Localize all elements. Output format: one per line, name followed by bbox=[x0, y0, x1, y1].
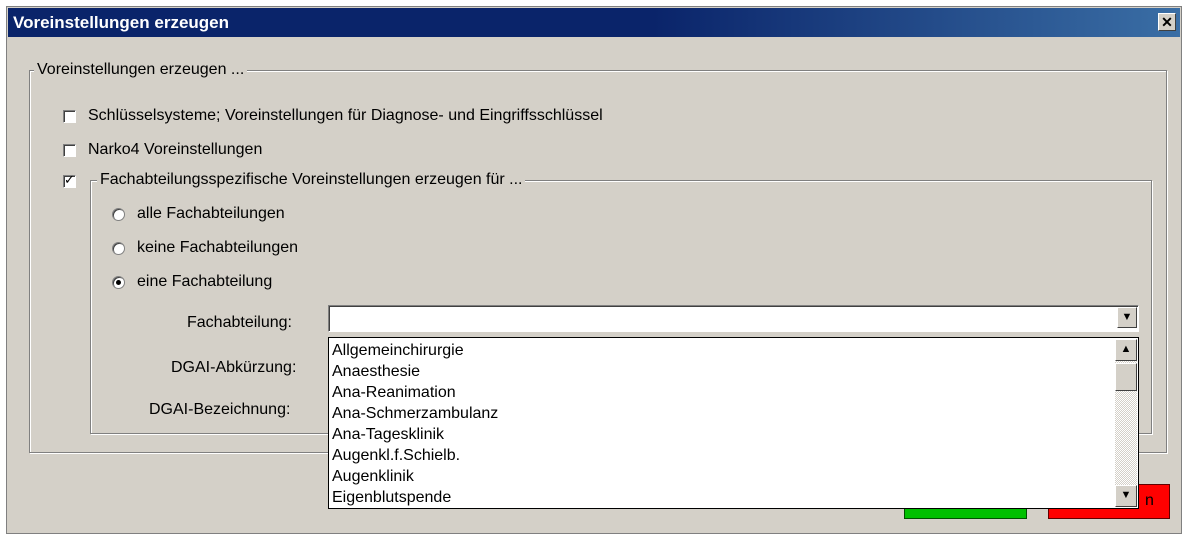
fachabteilung-label: Fachabteilung: bbox=[187, 314, 292, 331]
radio-eine-button[interactable] bbox=[112, 275, 125, 289]
radio-alle[interactable]: alle Fachabteilungen bbox=[112, 205, 285, 223]
title-bar[interactable]: Voreinstellungen erzeugen ✕ bbox=[8, 8, 1180, 37]
dropdown-item[interactable]: Ana-Reanimation bbox=[331, 382, 1114, 403]
radio-keine[interactable]: keine Fachabteilungen bbox=[112, 239, 298, 257]
fachabt-option[interactable]: ✓ bbox=[63, 172, 88, 188]
radio-eine[interactable]: eine Fachabteilung bbox=[112, 273, 272, 291]
radio-keine-label: keine Fachabteilungen bbox=[137, 239, 299, 256]
dropdown-item[interactable]: Ana-Schmerzambulanz bbox=[331, 403, 1114, 424]
dropdown-item[interactable]: Allgemeinchirurgie bbox=[331, 340, 1114, 361]
outer-group-legend: Voreinstellungen erzeugen ... bbox=[34, 61, 248, 79]
radio-keine-button[interactable] bbox=[112, 241, 125, 255]
dgai-bezeichnung-label: DGAI-Bezeichnung: bbox=[149, 401, 291, 418]
chevron-down-icon[interactable]: ▼ bbox=[1117, 307, 1137, 328]
narko-checkbox[interactable] bbox=[63, 143, 76, 157]
schluessel-checkbox[interactable] bbox=[63, 109, 76, 123]
dropdown-item[interactable]: Anaesthesie bbox=[331, 361, 1114, 382]
radio-selected-dot bbox=[116, 279, 121, 285]
fachabt-checkbox[interactable]: ✓ bbox=[63, 172, 76, 188]
scroll-down-icon[interactable]: ▼ bbox=[1115, 485, 1137, 507]
schluessel-option[interactable]: Schlüsselsysteme; Voreinstellungen für D… bbox=[63, 107, 603, 125]
narko-label: Narko4 Voreinstellungen bbox=[88, 141, 263, 158]
cancel-button-label: n bbox=[1145, 492, 1154, 509]
dropdown-item[interactable]: Eigenblutspende bbox=[331, 487, 1114, 508]
dropdown-items: Allgemeinchirurgie Anaesthesie Ana-Reanima… bbox=[331, 340, 1114, 508]
schluessel-label: Schlüsselsysteme; Voreinstellungen für D… bbox=[88, 107, 603, 124]
fachabteilung-dropdown-list[interactable]: Allgemeinchirurgie Anaesthesie Ana-Reanima… bbox=[328, 337, 1139, 509]
dropdown-item[interactable]: Augenkl.f.Schielb. bbox=[331, 445, 1114, 466]
narko-option[interactable]: Narko4 Voreinstellungen bbox=[63, 141, 262, 159]
radio-eine-label: eine Fachabteilung bbox=[137, 273, 273, 290]
check-icon: ✓ bbox=[64, 172, 75, 187]
scroll-up-icon[interactable]: ▲ bbox=[1115, 339, 1137, 361]
radio-alle-button[interactable] bbox=[112, 207, 125, 221]
dropdown-item[interactable]: Augenklinik bbox=[331, 466, 1114, 487]
dropdown-scrollbar[interactable]: ▲ ▼ bbox=[1115, 339, 1137, 507]
fachabteilung-group-legend: Fachabteilungsspezifische Voreinstellung… bbox=[97, 171, 526, 189]
radio-alle-label: alle Fachabteilungen bbox=[137, 205, 285, 222]
dropdown-item[interactable]: Ana-Tagesklinik bbox=[331, 424, 1114, 445]
window-title: Voreinstellungen erzeugen bbox=[13, 13, 230, 32]
scroll-thumb[interactable] bbox=[1115, 363, 1137, 391]
fachabteilung-combobox[interactable]: ▼ bbox=[328, 305, 1139, 332]
close-icon[interactable]: ✕ bbox=[1158, 13, 1176, 31]
dgai-abkuerzung-label: DGAI-Abkürzung: bbox=[171, 359, 297, 376]
